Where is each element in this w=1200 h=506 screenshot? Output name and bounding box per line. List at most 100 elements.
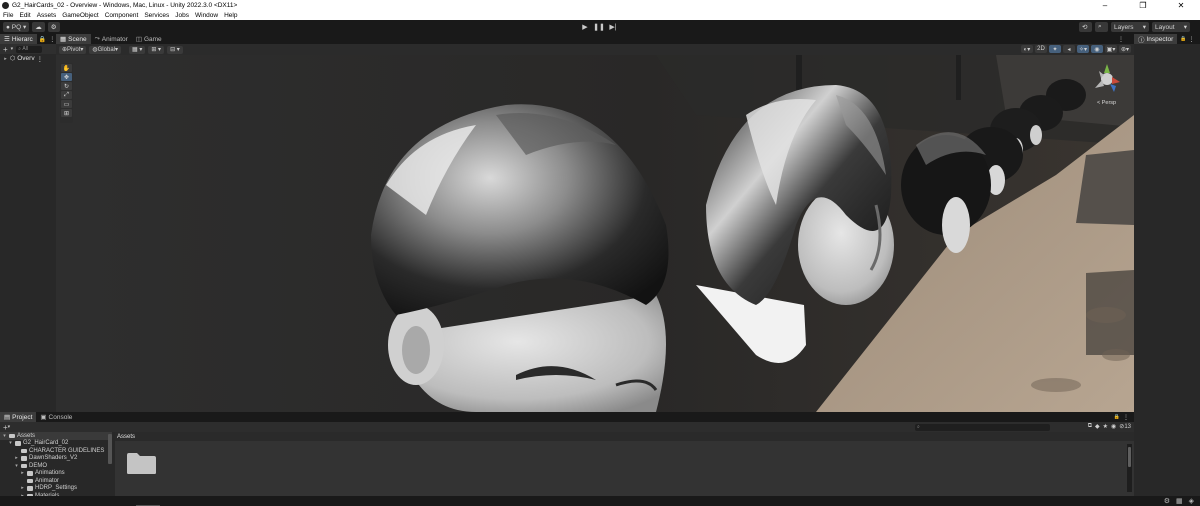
lock-icon[interactable]: 🔒 bbox=[39, 36, 46, 43]
close-button[interactable]: ✕ bbox=[1162, 0, 1200, 11]
play-button[interactable]: ▶ bbox=[578, 22, 592, 32]
toolbar-right: ⟲ ⌕ Layers ▾ Layout ▾ bbox=[1079, 22, 1190, 32]
scene-render[interactable] bbox=[56, 55, 1134, 412]
tree-item-g2-haircard[interactable]: ▾ G2_HairCard_02 bbox=[0, 440, 112, 448]
search-by-type-icon[interactable]: ⧉ bbox=[1088, 423, 1092, 430]
camera-settings-button[interactable]: ▣▾ bbox=[1105, 45, 1117, 53]
step-button[interactable]: ▶| bbox=[606, 22, 620, 32]
tree-item-animator[interactable]: Animator bbox=[0, 477, 112, 485]
menu-window[interactable]: Window bbox=[192, 12, 221, 19]
services-button[interactable]: ⚙ bbox=[47, 22, 60, 32]
effects-toggle[interactable]: ✧▾ bbox=[1077, 45, 1089, 53]
cloud-button[interactable]: ☁ bbox=[32, 22, 45, 32]
menu-services[interactable]: Services bbox=[141, 12, 172, 19]
search-button[interactable]: ⌕ bbox=[1095, 22, 1108, 32]
visible-count-icon[interactable]: ⊘13 bbox=[1119, 423, 1131, 430]
favorite-star-icon[interactable]: ★ bbox=[1103, 423, 1108, 430]
add-icon[interactable]: + bbox=[3, 45, 8, 54]
search-by-label-icon[interactable]: ◆ bbox=[1095, 423, 1100, 430]
console-icon: ▣ bbox=[40, 414, 47, 421]
transform-tool-button[interactable]: ⊞ bbox=[61, 109, 72, 117]
chevron-down-icon[interactable]: ▾ bbox=[8, 424, 11, 430]
tab-project[interactable]: ▤ Project bbox=[0, 412, 37, 422]
draw-mode-button[interactable]: ◐▾ bbox=[1021, 45, 1033, 53]
expand-arrow-icon[interactable]: ▾ bbox=[14, 463, 19, 469]
rect-tool-button[interactable]: ▭ bbox=[61, 100, 72, 108]
hierarchy-scene-row[interactable]: ▸ ⬡ Overv ⋮ bbox=[0, 54, 56, 63]
gizmos-button[interactable]: ⊛▾ bbox=[1119, 45, 1131, 53]
cache-server-icon[interactable]: ▦ bbox=[1176, 497, 1183, 505]
menu-edit[interactable]: Edit bbox=[16, 12, 33, 19]
chevron-down-icon[interactable]: ▾ bbox=[11, 46, 14, 52]
pause-button[interactable]: ❚❚ bbox=[592, 22, 606, 32]
menu-gameobject[interactable]: GameObject bbox=[59, 12, 102, 19]
hand-tool-button[interactable]: ✋ bbox=[61, 64, 72, 72]
more-options-icon[interactable]: ⋮ bbox=[1188, 36, 1194, 43]
tab-hierarchy[interactable]: ☰ Hierarc bbox=[0, 34, 37, 44]
scale-tool-button[interactable]: ⤢ bbox=[61, 91, 72, 99]
history-button[interactable]: ⟲ bbox=[1079, 22, 1092, 32]
expand-arrow-icon[interactable]: ▸ bbox=[20, 470, 25, 476]
tree-item-character-guidelines[interactable]: CHARACTER GUIDELINES bbox=[0, 447, 112, 455]
assets-scrollbar[interactable] bbox=[1127, 444, 1132, 492]
more-options-icon[interactable]: ⋮ bbox=[1123, 414, 1129, 421]
expand-arrow-icon[interactable]: ▸ bbox=[3, 56, 8, 62]
scene-viewport[interactable] bbox=[56, 55, 1134, 412]
expand-arrow-icon[interactable]: ▸ bbox=[14, 455, 19, 461]
minimize-button[interactable]: – bbox=[1086, 0, 1124, 11]
lock-icon[interactable]: 🔒 bbox=[1180, 36, 1186, 42]
tree-item-demo[interactable]: ▾ DEMO bbox=[0, 462, 112, 470]
bug-icon[interactable]: ⚙ bbox=[1164, 497, 1170, 505]
account-label: PQ bbox=[11, 23, 22, 31]
gamepad-icon: ◫ bbox=[135, 36, 142, 43]
move-tool-button[interactable]: ✥ bbox=[61, 73, 72, 81]
more-options-icon[interactable]: ⋮ bbox=[49, 36, 55, 43]
tab-animator[interactable]: ⤳ Animator bbox=[91, 34, 132, 44]
tree-item-assets[interactable]: ▾ Assets bbox=[0, 432, 112, 440]
window-title: G2_HairCards_02 - Overview - Windows, Ma… bbox=[12, 2, 238, 9]
expand-arrow-icon[interactable]: ▸ bbox=[20, 485, 25, 491]
rotate-tool-button[interactable]: ↻ bbox=[61, 82, 72, 90]
incremental-snap-button[interactable]: ⊟ ▾ bbox=[167, 45, 183, 54]
more-options-icon[interactable]: ⋮ bbox=[1118, 36, 1124, 43]
hierarchy-search-input[interactable]: ⌕ All bbox=[16, 45, 43, 53]
folder-icon bbox=[21, 463, 27, 468]
background-tasks-icon[interactable]: ◈ bbox=[1189, 497, 1194, 505]
projection-toggle[interactable]: < Persp bbox=[1097, 100, 1116, 106]
folder-icon[interactable] bbox=[126, 451, 157, 475]
package-visibility-icon[interactable]: ◉ bbox=[1111, 423, 1116, 430]
snap-increment-button[interactable]: ⊞ ▾ bbox=[148, 45, 165, 54]
account-button[interactable]: ● PQ ▾ bbox=[3, 22, 30, 32]
audio-toggle[interactable]: ◂ bbox=[1063, 45, 1075, 53]
tree-scrollbar[interactable] bbox=[108, 434, 112, 464]
more-options-icon[interactable]: ⋮ bbox=[37, 55, 44, 63]
pivot-dropdown[interactable]: ⊕ Pivot ▾ bbox=[59, 45, 87, 54]
assets-breadcrumb[interactable]: Assets bbox=[115, 432, 1134, 441]
lock-icon[interactable]: 🔒 bbox=[1114, 414, 1120, 420]
grid-snap-button[interactable]: ▦ ▾ bbox=[129, 45, 146, 54]
tab-console[interactable]: ▣ Console bbox=[36, 412, 76, 422]
orientation-gizmo[interactable] bbox=[1090, 62, 1124, 102]
restore-button[interactable]: ❐ bbox=[1124, 0, 1162, 11]
tree-item-dawnshaders[interactable]: ▸ DawnShaders_V2 bbox=[0, 455, 112, 463]
tab-inspector[interactable]: ⓘ Inspector bbox=[1134, 34, 1178, 44]
expand-arrow-icon[interactable]: ▾ bbox=[2, 433, 7, 439]
menu-file[interactable]: File bbox=[0, 12, 16, 19]
layers-dropdown[interactable]: Layers ▾ bbox=[1111, 22, 1149, 32]
tab-game[interactable]: ◫ Game bbox=[132, 34, 166, 44]
menu-component[interactable]: Component bbox=[102, 12, 142, 19]
layout-dropdown[interactable]: Layout ▾ bbox=[1152, 22, 1190, 32]
global-dropdown[interactable]: ◍ Global ▾ bbox=[89, 45, 121, 54]
tab-scene[interactable]: ▦ Scene bbox=[56, 34, 91, 44]
2d-toggle[interactable]: 2D bbox=[1035, 45, 1047, 53]
scene-toolbar: ⊕ Pivot ▾ ◍ Global ▾ ▦ ▾ ⊞ ▾ ⊟ ▾ ◐▾ 2D ✦… bbox=[56, 44, 1134, 55]
hidden-objects-toggle[interactable]: ◉ bbox=[1091, 45, 1103, 53]
tree-item-animations[interactable]: ▸ Animations bbox=[0, 470, 112, 478]
menu-help[interactable]: Help bbox=[221, 12, 240, 19]
lighting-toggle[interactable]: ✦ bbox=[1049, 45, 1061, 53]
expand-arrow-icon[interactable]: ▾ bbox=[8, 440, 13, 446]
menu-assets[interactable]: Assets bbox=[34, 12, 60, 19]
project-search-input[interactable]: ⌕ bbox=[915, 423, 1050, 431]
menu-jobs[interactable]: Jobs bbox=[172, 12, 192, 19]
tree-item-hdrp-settings[interactable]: ▸ HDRP_Settings bbox=[0, 485, 112, 493]
